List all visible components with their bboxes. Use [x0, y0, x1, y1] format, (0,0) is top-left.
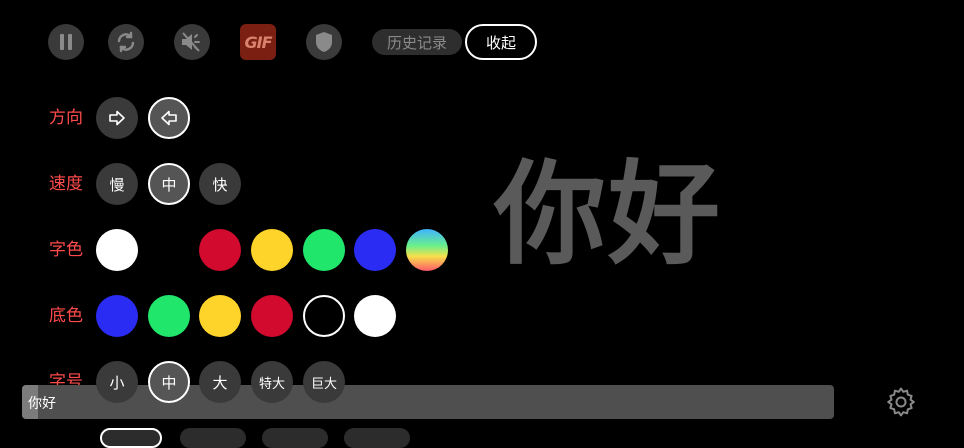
pause-icon — [60, 34, 72, 50]
bottom-option-1[interactable] — [100, 428, 162, 448]
history-button[interactable]: 历史记录 — [372, 29, 462, 55]
pause-button[interactable] — [48, 24, 84, 60]
bg-color-label: 底色 — [49, 306, 83, 326]
gif-button[interactable]: GIF — [240, 24, 276, 60]
text-color-green-swatch[interactable] — [303, 229, 345, 271]
shield-icon — [316, 32, 332, 52]
speed-fast-button[interactable]: 快 — [199, 163, 241, 205]
text-color-black-swatch[interactable] — [148, 229, 190, 271]
bottom-option-4[interactable] — [344, 428, 410, 448]
settings-button[interactable] — [884, 385, 918, 419]
direction-right-button[interactable] — [96, 97, 138, 139]
gear-icon — [887, 387, 915, 417]
text-color-label: 字色 — [49, 240, 83, 260]
text-color-yellow-swatch[interactable] — [251, 229, 293, 271]
font-size-huge-button[interactable]: 巨大 — [303, 361, 345, 403]
speed-medium-button[interactable]: 中 — [148, 163, 190, 205]
speed-slow-button[interactable]: 慢 — [96, 163, 138, 205]
refresh-icon — [117, 31, 135, 53]
right-arrow-icon — [109, 110, 125, 126]
font-size-small-button[interactable]: 小 — [96, 361, 138, 403]
left-arrow-icon — [161, 110, 177, 126]
bg-color-yellow-swatch[interactable] — [199, 295, 241, 337]
shield-button[interactable] — [306, 24, 342, 60]
text-color-red-swatch[interactable] — [199, 229, 241, 271]
preview-text: 你好 — [494, 150, 722, 280]
text-color-white-swatch[interactable] — [96, 229, 138, 271]
text-color-rainbow-swatch[interactable] — [406, 229, 448, 271]
mute-button[interactable] — [174, 24, 210, 60]
direction-left-button[interactable] — [148, 97, 190, 139]
text-input[interactable]: 你好 — [22, 385, 834, 419]
bg-color-blue-swatch[interactable] — [96, 295, 138, 337]
speed-label: 速度 — [49, 174, 83, 194]
font-size-xlarge-button[interactable]: 特大 — [251, 361, 293, 403]
bg-color-black-swatch[interactable] — [303, 295, 345, 337]
mute-icon — [182, 32, 200, 52]
collapse-button[interactable]: 收起 — [465, 24, 537, 60]
bottom-option-2[interactable] — [180, 428, 246, 448]
bg-color-green-swatch[interactable] — [148, 295, 190, 337]
bg-color-red-swatch[interactable] — [251, 295, 293, 337]
bottom-option-3[interactable] — [262, 428, 328, 448]
font-size-large-button[interactable]: 大 — [199, 361, 241, 403]
direction-label: 方向 — [49, 108, 83, 128]
font-size-medium-button[interactable]: 中 — [148, 361, 190, 403]
input-value: 你好 — [28, 396, 56, 412]
gif-icon: GIF — [244, 32, 272, 52]
text-color-blue-swatch[interactable] — [354, 229, 396, 271]
refresh-button[interactable] — [108, 24, 144, 60]
bg-color-white-swatch[interactable] — [354, 295, 396, 337]
